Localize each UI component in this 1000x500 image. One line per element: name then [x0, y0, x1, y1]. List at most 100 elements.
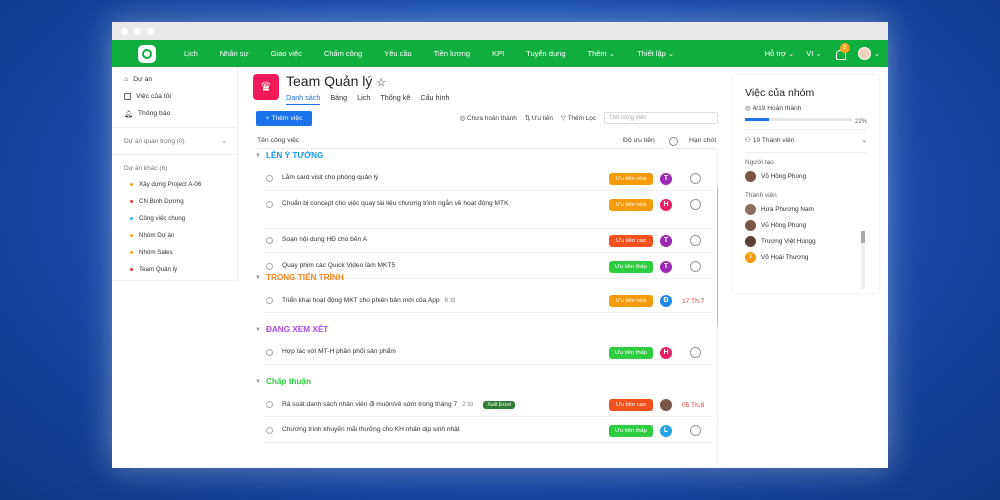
col-priority[interactable]: Độ ưu tiên	[623, 137, 655, 144]
member-item[interactable]: Trương Việt Hùngg	[745, 236, 867, 247]
complete-checkbox[interactable]	[266, 263, 273, 270]
task-name[interactable]: Soạn nội dung HĐ cho bên A	[282, 236, 367, 243]
assignee-avatar[interactable]: T	[660, 261, 672, 273]
priority-badge[interactable]: Ưu tiên thấp	[609, 425, 653, 437]
priority-badge[interactable]: Ưu tiên cao	[609, 235, 653, 247]
filter-incomplete[interactable]: ◎ Chưa hoàn thành	[460, 114, 517, 122]
task-name[interactable]: Chuẩn bị concept cho việc quay tài liệu …	[282, 200, 508, 207]
tab-danh-sach[interactable]: Danh sách	[286, 93, 321, 105]
nav-nhan-su[interactable]: Nhân sự	[220, 49, 249, 58]
calendar-icon[interactable]	[690, 425, 701, 436]
nav-tien-luong[interactable]: Tiền lương	[434, 49, 470, 58]
nav-giao-viec[interactable]: Giao việc	[271, 49, 302, 58]
calendar-icon[interactable]	[690, 235, 701, 246]
assignee-avatar[interactable]: H	[660, 347, 672, 359]
calendar-icon[interactable]	[690, 261, 701, 272]
priority-badge[interactable]: Ưu tiên thấp	[609, 261, 653, 273]
table-row[interactable]: Lắm card visit cho phòng quản lý Ưu tiên …	[263, 167, 713, 191]
caret-down-icon: ▼	[255, 378, 261, 385]
complete-checkbox[interactable]	[266, 297, 273, 304]
due-date[interactable]: 17 Th.7	[682, 298, 704, 305]
group-header[interactable]: ▼ Chấp thuận	[255, 377, 311, 386]
task-name[interactable]: Hợp tác với MT-H phân phối sản phẩm	[282, 348, 396, 355]
assignee-avatar[interactable]	[660, 399, 672, 411]
members-toggle[interactable]: ⚇ 19 Thành viên ⌄	[745, 136, 867, 144]
calendar-icon[interactable]	[690, 347, 701, 358]
group-header[interactable]: ▼ ĐANG XEM XÉT	[255, 325, 328, 334]
assignee-avatar[interactable]: T	[660, 235, 672, 247]
sidebar-item-viec-cua-toi[interactable]: Việc của tôi	[112, 88, 237, 105]
table-row[interactable]: Chuẩn bị concept cho việc quay tài liệu …	[263, 193, 713, 229]
priority-badge[interactable]: Ưu tiên vừa	[609, 199, 653, 211]
sidebar-item-thong-bao[interactable]: 🔔︎ Thông báo	[112, 105, 237, 122]
scrollbar[interactable]	[861, 231, 865, 289]
tab-cau-hinh[interactable]: Cấu hình	[420, 93, 449, 105]
filter-more[interactable]: ▽ Thêm Lọc	[561, 114, 596, 122]
due-date[interactable]: 05 Th.8	[682, 402, 704, 409]
complete-checkbox[interactable]	[266, 401, 273, 408]
nav-them[interactable]: Thêm ⌄	[588, 49, 616, 58]
nav-yeu-cau[interactable]: Yêu cầu	[384, 49, 412, 58]
sidebar-project[interactable]: Team Quản lý	[112, 261, 237, 278]
scrollbar[interactable]	[717, 149, 718, 468]
window-dot[interactable]	[121, 27, 128, 35]
tag-badge[interactable]: Xuất Excel	[483, 401, 516, 409]
sidebar-project[interactable]: Xây dựng Project A-06	[112, 176, 237, 193]
search-input[interactable]: Tìm công việc	[604, 112, 718, 124]
task-name[interactable]: Quay phim các Quick Video làm MKT5	[282, 262, 395, 269]
bell-icon[interactable]: 8	[834, 42, 850, 60]
member-item[interactable]: Vũ Hồng Phong	[745, 220, 867, 231]
nav-thiet-lap[interactable]: Thiết lập ⌄	[637, 49, 674, 58]
tab-thong-ke[interactable]: Thống kê	[380, 93, 410, 105]
window-dot[interactable]	[147, 27, 154, 35]
tab-bang[interactable]: Bảng	[330, 93, 347, 105]
member-item[interactable]: Hứa Phương Nam	[745, 204, 867, 215]
add-task-button[interactable]: + Thêm việc	[256, 111, 312, 126]
task-name[interactable]: Rà soát danh sách nhân viên đi muộn/về s…	[282, 400, 516, 409]
table-row[interactable]: Soạn nội dung HĐ cho bên A Ưu tiên cao T	[263, 229, 713, 253]
tab-lich[interactable]: Lịch	[357, 93, 370, 105]
nav-cham-cong[interactable]: Chấm công	[324, 49, 362, 58]
table-row[interactable]: Hợp tác với MT-H phân phối sản phẩm Ưu ti…	[263, 341, 713, 365]
priority-badge[interactable]: Ưu tiên vừa	[609, 173, 653, 185]
assignee-avatar[interactable]: T	[660, 173, 672, 185]
task-name[interactable]: Triển khai hoạt động MKT cho phiên bản m…	[282, 296, 456, 304]
priority-badge[interactable]: Ưu tiên vừa	[609, 295, 653, 307]
priority-badge[interactable]: Ưu tiên thấp	[609, 347, 653, 359]
table-row[interactable]: Triển khai hoạt động MKT cho phiên bản m…	[263, 289, 713, 313]
app-logo-icon[interactable]	[138, 44, 156, 63]
table-row[interactable]: Rà soát danh sách nhân viên đi muộn/về s…	[263, 393, 713, 417]
priority-badge[interactable]: Ưu tiên cao	[609, 399, 653, 411]
complete-checkbox[interactable]	[266, 175, 273, 182]
complete-checkbox[interactable]	[266, 201, 273, 208]
sidebar-project[interactable]: CN Bình Dương	[112, 193, 237, 210]
group-header[interactable]: ▼ LÊN Ý TƯỞNG	[255, 151, 323, 160]
star-icon[interactable]: ☆	[376, 77, 386, 89]
complete-checkbox[interactable]	[266, 349, 273, 356]
sidebar-project[interactable]: Nhóm Sales	[112, 244, 237, 261]
sidebar-project[interactable]: Nhóm Dự án	[112, 227, 237, 244]
task-name[interactable]: Lắm card visit cho phòng quản lý	[282, 174, 378, 181]
member-item[interactable]: V Võ Hoài Thương	[745, 252, 867, 263]
assignee-avatar[interactable]: Đ	[660, 295, 672, 307]
nav-kpi[interactable]: KPI	[492, 49, 504, 58]
table-row[interactable]: Chương trình khuyến mãi thưởng cho KH nh…	[263, 419, 713, 443]
sidebar-item-du-an[interactable]: ⌂ Dự án	[112, 71, 237, 88]
group-header[interactable]: ▼ TRONG TIẾN TRÌNH	[255, 273, 344, 282]
help-menu[interactable]: Hỗ trợ ⌄	[765, 49, 795, 58]
nav-tuyen-dung[interactable]: Tuyển dụng	[526, 49, 565, 58]
filter-priority[interactable]: ⇅ Ưu tiên	[525, 114, 553, 122]
calendar-icon[interactable]	[690, 173, 701, 184]
user-menu[interactable]: ⌄	[857, 47, 880, 60]
window-dot[interactable]	[134, 27, 141, 35]
nav-lich[interactable]: Lịch	[184, 49, 198, 58]
assignee-avatar[interactable]: L	[660, 425, 672, 437]
task-name[interactable]: Chương trình khuyến mãi thưởng cho KH nh…	[282, 426, 460, 433]
complete-checkbox[interactable]	[266, 237, 273, 244]
language-menu[interactable]: VI ⌄	[806, 49, 821, 58]
complete-checkbox[interactable]	[266, 427, 273, 434]
assignee-avatar[interactable]: H	[660, 199, 672, 211]
sidebar-project[interactable]: Công việc chung	[112, 210, 237, 227]
calendar-icon[interactable]	[690, 199, 701, 210]
important-projects-header[interactable]: Dự án quan trọng (0) ⌄	[112, 133, 237, 149]
